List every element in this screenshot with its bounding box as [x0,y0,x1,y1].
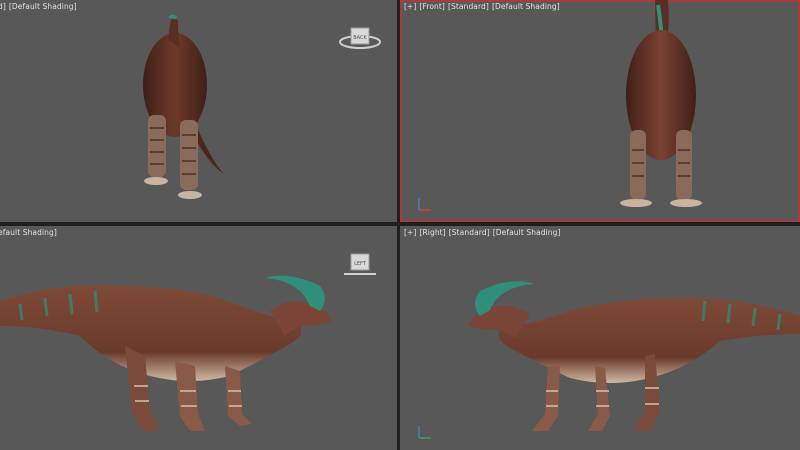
axis-tripod-icon [416,194,436,214]
dinosaur-front-view [620,0,702,207]
viewcube-face-label: BACK [353,35,367,41]
viewcube-icon[interactable]: BACK [338,22,382,56]
dinosaur-right-view [468,281,800,431]
viewport-front[interactable]: [+] [Front] [Standard] [Default Shading] [400,0,800,222]
viewport-left[interactable]: efault Shading] LEFT [0,226,397,450]
viewcube-icon[interactable]: LEFT [338,248,382,282]
axis-tripod-icon [416,422,436,442]
viewport-back[interactable]: d] [Default Shading] BACK [0,0,397,222]
viewcube-face-label: LEFT [354,261,367,267]
viewport-right[interactable]: [+] [Right] [Standard] [Default Shading] [400,226,800,450]
